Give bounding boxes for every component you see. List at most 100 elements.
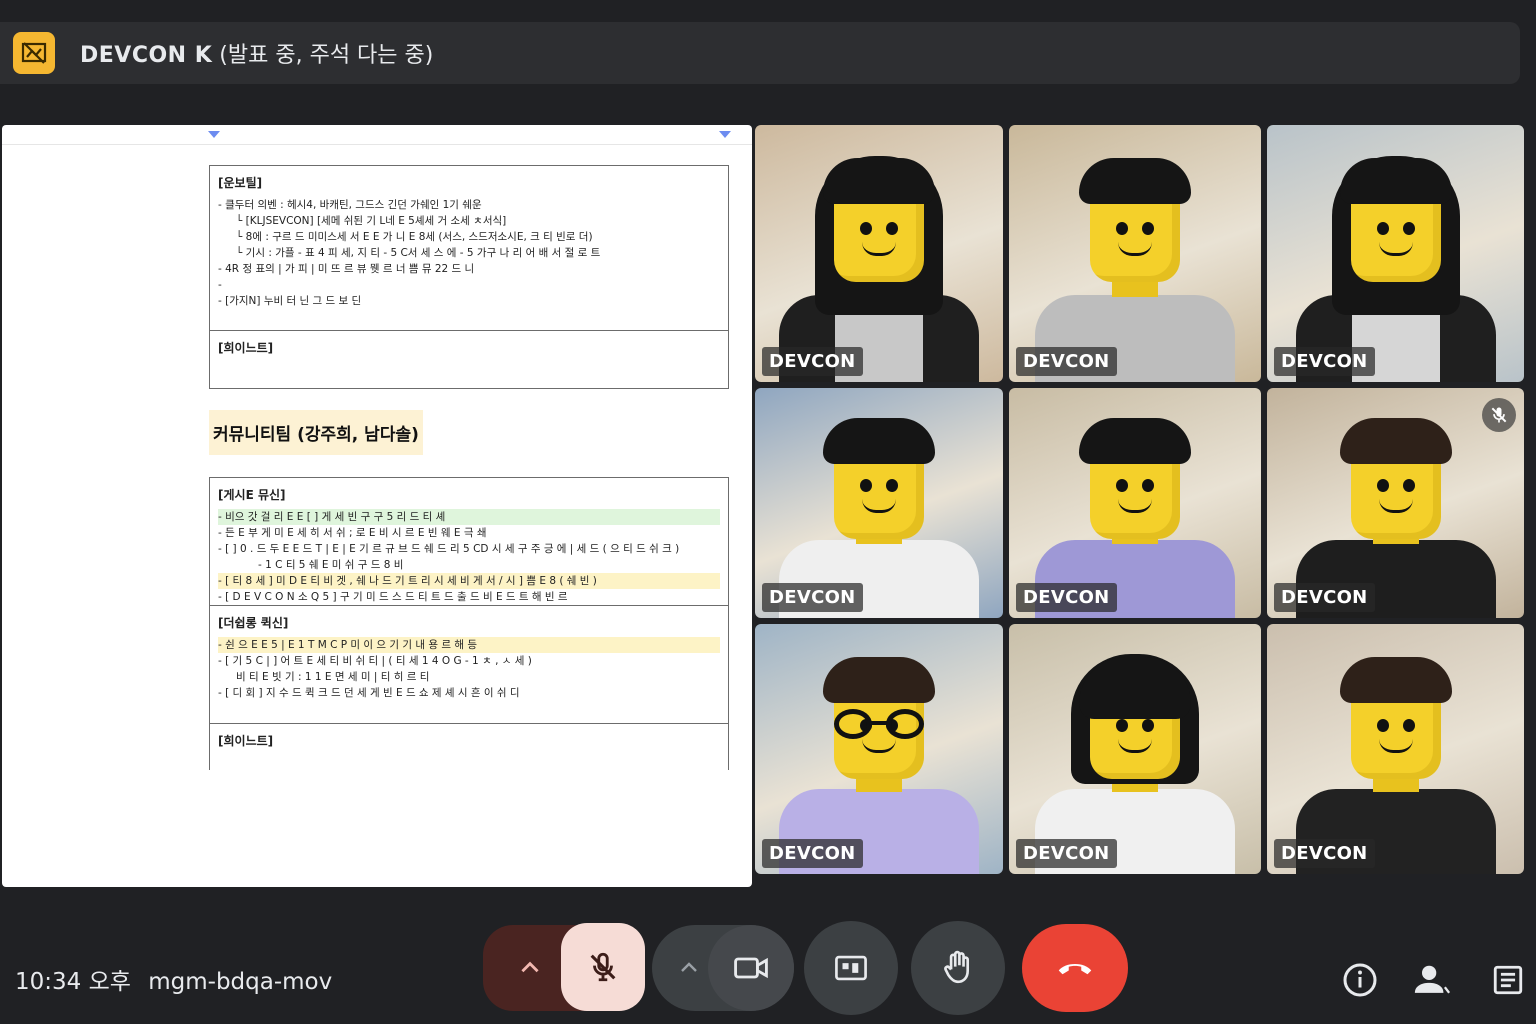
avatar-smile [862, 499, 896, 513]
people-button[interactable] [1412, 960, 1452, 1000]
avatar-neck [1112, 279, 1158, 298]
avatar-smile [862, 242, 896, 256]
avatar-eye [860, 478, 872, 492]
raise-hand-button[interactable] [911, 921, 1005, 1015]
avatar-eye [1376, 478, 1389, 492]
table-2-line: - 든 E 부 게 미 E 세 히 서 쉬 ; 로 E 비 시 르 E 빈 웨 … [218, 527, 487, 539]
participant-avatar [769, 624, 989, 874]
avatar-smile [1118, 499, 1152, 513]
meeting-title-main: DEVCON K [80, 43, 213, 68]
participant-tile[interactable]: DEVCON [1009, 624, 1261, 874]
participant-name: DEVCON [762, 347, 863, 376]
participant-name: DEVCON [762, 839, 863, 868]
participant-avatar [769, 125, 989, 382]
avatar-eye [1116, 221, 1128, 235]
participant-name: DEVCON [1274, 347, 1375, 376]
table-2-sub-cell: [더쉽롱 퀵신] - 쉰 으 E E 5 | E 1 T M C P 미 이 으… [210, 606, 728, 724]
participant-tile[interactable]: DEVCON [1267, 125, 1524, 382]
table-2-line: - [ 티 8 세 ] 미 D E 티 비 겟 , 쉐 나 드 기 트 리 시 … [218, 573, 720, 589]
table-1-line: - [218, 279, 222, 291]
table-1-notes-header: [희이느트] [218, 341, 274, 355]
participant-name: DEVCON [1016, 583, 1117, 612]
camera-options-button[interactable] [664, 945, 714, 991]
avatar-eye [1402, 478, 1415, 492]
avatar-eye [860, 221, 872, 235]
participant-tile[interactable]: DEVCON [1009, 388, 1261, 618]
meeting-code: mgm-bdqa-mov [148, 969, 333, 995]
participant-tile[interactable]: DEVCON [1267, 624, 1524, 874]
avatar-hair-top [1079, 417, 1191, 464]
present-screen-button[interactable] [804, 921, 898, 1015]
meeting-time: 10:34 오후 [15, 969, 131, 995]
participant-tile[interactable]: DEVCON [1009, 125, 1261, 382]
camera-toggle-button[interactable] [708, 925, 794, 1011]
glasses-icon [824, 709, 934, 739]
table-2-header: [게시E 뮤신] [218, 488, 286, 502]
avatar-eye [1116, 719, 1128, 732]
avatar-smile [1118, 739, 1152, 753]
avatar-eye [1376, 719, 1389, 732]
table-2-sub-line: - [ 기 5 C | ] 어 트 E 세 티 비 쉬 티 | ( 티 세 1 … [218, 655, 532, 667]
mic-off-icon [590, 952, 616, 982]
table-2-line: - 1 C 티 5 쉐 E 미 쉬 구 드 8 비 [258, 559, 404, 571]
participant-name: DEVCON [1274, 839, 1375, 868]
meeting-title: DEVCON K (발표 중, 주석 다는 중) [80, 37, 433, 69]
shared-screen-document: [운보틸] - 클두터 의벤 : 헤시4, 바캐틴, 그드스 긴던 가쉐인 1기… [2, 125, 752, 887]
table-1-line: └ 기시 : 가플 - 표 4 피 세, 지 티 - 5 C서 세 스 에 - … [236, 247, 601, 259]
chat-icon [1493, 965, 1523, 995]
meeting-title-status: (발표 중, 주석 다는 중) [219, 43, 434, 68]
participant-name: DEVCON [1274, 583, 1375, 612]
avatar-smile [1378, 499, 1413, 513]
avatar-hair-top [1339, 656, 1452, 703]
table-1-header: [운보틸] [218, 176, 263, 190]
avatar-eye [1116, 478, 1128, 492]
avatar-hair-top [1339, 158, 1452, 205]
participant-avatar [1025, 624, 1245, 874]
avatar-eye [1142, 719, 1154, 732]
participant-tile[interactable]: DEVCON [755, 388, 1003, 618]
participant-avatar [1025, 125, 1245, 382]
table-2-sub-header: [더쉽롱 퀵신] [218, 616, 289, 630]
table-2-sub-line: - 쉰 으 E E 5 | E 1 T M C P 미 이 으 기 기 내 용 … [218, 637, 720, 653]
avatar-hair-top [1339, 417, 1452, 464]
avatar-smile [862, 739, 896, 753]
avatar-smile [1378, 739, 1413, 753]
avatar-eye [1376, 221, 1389, 235]
avatar-hair-top [823, 417, 935, 464]
chat-button[interactable] [1488, 960, 1528, 1000]
ruler-right-marker [719, 131, 731, 138]
mic-options-button[interactable] [500, 945, 560, 991]
table-2-line: - [ ] 0 . 드 두 E E 드 T | E | E 기 르 규 브 드 … [218, 543, 680, 555]
shared-screen-icon [13, 32, 55, 74]
avatar-eye [1402, 221, 1415, 235]
table-2-notes-cell: [희이느트] [210, 724, 728, 770]
title-bar: DEVCON K (발표 중, 주석 다는 중) [0, 22, 1520, 84]
document-table-2: [게시E 뮤신] - 비으 갓 걸 리 E E [ ] 게 세 빈 구 구 5 … [209, 477, 729, 770]
table-1-line: └ 8에 : 구르 드 미미스세 서 E E 가 니 E 8세 (서스, 스드저… [236, 231, 593, 243]
avatar-hair-top [823, 656, 935, 703]
table-2-sub-line: 비 티 E 빗 기 : 1 1 E 면 세 미 | 티 히 르 티 [236, 671, 430, 683]
participant-name: DEVCON [1016, 839, 1117, 868]
participant-tile[interactable]: DEVCON [755, 624, 1003, 874]
avatar-hair-top [823, 158, 935, 205]
mic-toggle-button[interactable] [561, 923, 645, 1011]
participant-tile[interactable]: DEVCON [755, 125, 1003, 382]
document-table-1: [운보틸] - 클두터 의벤 : 헤시4, 바캐틴, 그드스 긴던 가쉐인 1기… [209, 165, 729, 389]
table-2-line: - [ D E V C O N 소 Q 5 ] 구 기 미 드 스 드 티 트 … [218, 591, 568, 603]
participant-tile[interactable]: DEVCON [1267, 388, 1524, 618]
meeting-info: 10:34 오후 mgm-bdqa-mov [15, 962, 342, 996]
table-1-content-cell: [운보틸] - 클두터 의벤 : 헤시4, 바캐틴, 그드스 긴던 가쉐인 1기… [210, 166, 728, 331]
table-1-line: - 4R 정 표의 | 가 피 | 미 뜨 르 뷰 뭿 르 너 쁨 뮤 22 드… [218, 263, 475, 275]
avatar-eye [886, 221, 898, 235]
section-title: 커뮤니티팀 (강주희, 남다솔) [209, 410, 423, 455]
ruler-indent-marker [208, 131, 220, 138]
raise-hand-icon [944, 950, 970, 984]
participant-name: DEVCON [762, 583, 863, 612]
table-2-line: - 비으 갓 걸 리 E E [ ] 게 세 빈 구 구 5 리 드 티 셰 [218, 509, 720, 525]
chevron-up-icon [521, 961, 539, 973]
participant-avatar [1286, 125, 1506, 382]
end-call-button[interactable] [1022, 924, 1128, 1012]
table-2-sub-line: - [ 디 회 ] 지 수 드 퀵 크 드 던 세 게 빈 E 드 쇼 제 셰 … [218, 687, 520, 699]
participant-avatar [1286, 624, 1506, 874]
meeting-details-button[interactable] [1340, 960, 1380, 1000]
